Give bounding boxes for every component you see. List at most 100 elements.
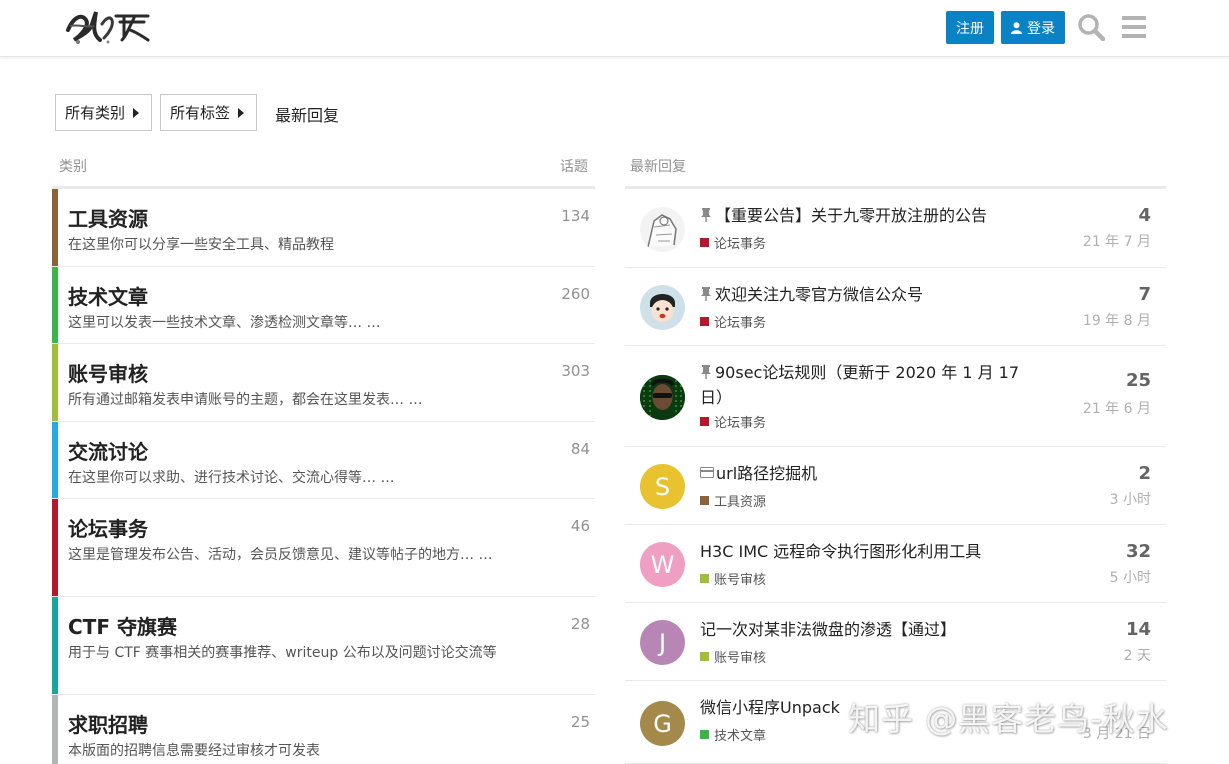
category-description: 在这里你可以求助、进行技术讨论、交流心得等… … xyxy=(68,470,395,486)
category-color-bar xyxy=(52,267,58,343)
topic-category-badge[interactable]: 账号审核 xyxy=(700,647,766,666)
hamburger-menu-icon[interactable] xyxy=(1120,13,1148,41)
topic-title: url路径挖掘机 xyxy=(716,464,818,483)
topic-title: 微信小程序Unpack xyxy=(700,698,840,717)
pin-icon xyxy=(701,287,711,301)
category-description: 这里可以发表一些技术文章、渗透检测文章等… … xyxy=(68,315,381,331)
topic-reply-count: 4 xyxy=(1138,205,1151,226)
topic-category-name: 论坛事务 xyxy=(714,416,767,431)
matrix-avatar-icon xyxy=(640,375,685,420)
archive-icon xyxy=(700,467,714,478)
cartoon-face-icon xyxy=(650,294,675,322)
category-color-bar xyxy=(52,189,58,266)
topic-category-badge[interactable]: 论坛事务 xyxy=(700,233,766,252)
topic-activity-age[interactable]: 3 小时 xyxy=(1110,489,1151,509)
search-icon[interactable] xyxy=(1077,13,1105,41)
category-name[interactable]: 技术文章 xyxy=(68,281,148,310)
category-row[interactable]: CTF 夺旗赛用于与 CTF 赛事相关的赛事推荐、writeup 公布以及问题讨… xyxy=(52,597,595,695)
latest-column-header: 最新回复 xyxy=(630,159,686,175)
topic-row[interactable]: J 记一次对某非法微盘的渗透【通过】账号审核 14 2 天 xyxy=(625,603,1166,681)
category-description: 这里是管理发布公告、活动，会员反馈意见、建议等帖子的地方… … xyxy=(68,547,493,563)
category-row[interactable]: 求职招聘 本版面的招聘信息需要经过审核才可发表 25 xyxy=(52,695,595,764)
signup-label: 注册 xyxy=(956,20,984,37)
category-color-bar xyxy=(52,597,58,694)
category-name[interactable]: CTF 夺旗赛 xyxy=(68,611,177,640)
user-icon xyxy=(1011,21,1022,34)
topic-category-name: 论坛事务 xyxy=(714,237,767,252)
category-color-bar xyxy=(52,344,58,421)
category-row[interactable]: 技术文章这里可以发表一些技术文章、渗透检测文章等… … 260 xyxy=(52,267,595,344)
topic-title-link[interactable]: 欢迎关注九零官方微信公众号 xyxy=(700,282,1030,307)
topic-row[interactable]: 90sec论坛规则（更新于 2020 年 1 月 17 日） 论坛事务 25 21 年… xyxy=(625,346,1166,447)
topic-activity-age[interactable]: 5 小时 xyxy=(1110,567,1151,587)
all-categories-dropdown[interactable]: 所有类别 xyxy=(55,94,152,131)
avatar-letter: S xyxy=(654,472,671,501)
topic-reply-count: 7 xyxy=(1138,284,1151,305)
watermark-text: 知乎 @黑客老鸟-秋水 xyxy=(848,700,1169,738)
category-description: 在这里你可以分享一些安全工具、精品教程 xyxy=(68,237,334,253)
topic-title-link[interactable]: url路径挖掘机 xyxy=(700,461,1030,486)
topic-row[interactable]: W H3C IMC 远程命令执行图形化利用工具 账号审核 32 5 小时 xyxy=(625,525,1166,603)
topic-category-badge[interactable]: 论坛事务 xyxy=(700,312,766,331)
topic-activity-age[interactable]: 2 天 xyxy=(1124,645,1151,665)
topic-title-link[interactable]: 记一次对某非法微盘的渗透【通过】 xyxy=(700,617,1030,642)
topic-activity-age[interactable]: 19 年 8 月 xyxy=(1083,310,1151,330)
avatar-letter: W xyxy=(650,550,675,579)
category-color-bar xyxy=(52,695,58,764)
login-button[interactable]: 登录 xyxy=(1001,11,1065,44)
category-topic-count: 134 xyxy=(561,207,590,225)
user-avatar[interactable]: W xyxy=(640,542,685,587)
topic-title: H3C IMC 远程命令执行图形化利用工具 xyxy=(700,542,982,561)
topic-category-name: 工具资源 xyxy=(714,495,767,510)
category-square-icon xyxy=(700,317,709,326)
topic-title: 90sec论坛规则（更新于 2020 年 1 月 17 日） xyxy=(700,363,1020,407)
topic-category-badge[interactable]: 技术文章 xyxy=(700,725,766,744)
category-color-bar xyxy=(52,422,58,498)
category-topic-count: 28 xyxy=(570,615,590,633)
category-topic-count: 260 xyxy=(561,285,590,303)
topic-row[interactable]: 欢迎关注九零官方微信公众号论坛事务 7 19 年 8 月 xyxy=(625,268,1166,346)
category-name[interactable]: 交流讨论 xyxy=(68,436,148,465)
user-avatar[interactable]: S xyxy=(640,464,685,509)
topic-activity-age[interactable]: 21 年 7 月 xyxy=(1083,231,1151,251)
topic-category-badge[interactable]: 工具资源 xyxy=(700,491,766,510)
category-row[interactable]: 交流讨论 在这里你可以求助、进行技术讨论、交流心得等… … 84 xyxy=(52,422,595,499)
category-name[interactable]: 工具资源 xyxy=(68,203,148,232)
signup-button[interactable]: 注册 xyxy=(946,11,994,44)
user-avatar[interactable]: J xyxy=(640,620,685,665)
topic-activity-age[interactable]: 21 年 6 月 xyxy=(1083,398,1151,418)
topic-category-name: 账号审核 xyxy=(714,651,767,666)
topic-reply-count: 25 xyxy=(1125,370,1151,391)
topic-row[interactable]: 【重要公告】关于九零开放注册的公告论坛事务 4 21 年 7 月 xyxy=(625,189,1166,268)
category-row[interactable]: 论坛事务 这里是管理发布公告、活动，会员反馈意见、建议等帖子的地方… … 46 xyxy=(52,499,595,597)
category-row[interactable]: 工具资源在这里你可以分享一些安全工具、精品教程 134 xyxy=(52,189,595,267)
nav-latest-link[interactable]: 最新回复 xyxy=(275,102,339,126)
category-row[interactable]: 账号审核 所有通过邮箱发表申请账号的主题，都会在这里发表… … 303 xyxy=(52,344,595,422)
user-avatar[interactable] xyxy=(640,285,685,330)
topic-reply-count: 32 xyxy=(1125,541,1151,562)
category-name[interactable]: 账号审核 xyxy=(68,358,148,387)
category-name[interactable]: 求职招聘 xyxy=(68,709,148,738)
topic-row[interactable]: Surl路径挖掘机 工具资源 2 3 小时 xyxy=(625,447,1166,525)
category-square-icon xyxy=(700,417,709,426)
category-color-bar xyxy=(52,499,58,596)
caret-right-icon xyxy=(133,108,139,118)
user-avatar[interactable] xyxy=(640,207,685,252)
user-avatar[interactable] xyxy=(640,375,685,420)
category-description: 用于与 CTF 赛事相关的赛事推荐、writeup 公布以及问题讨论交流等 xyxy=(68,645,497,661)
topic-title-link[interactable]: H3C IMC 远程命令执行图形化利用工具 xyxy=(700,539,1030,564)
all-tags-dropdown[interactable]: 所有标签 xyxy=(160,94,257,131)
category-square-icon xyxy=(700,652,709,661)
topic-reply-count: 14 xyxy=(1125,619,1151,640)
topic-category-name: 论坛事务 xyxy=(714,316,767,331)
topic-title-link[interactable]: 【重要公告】关于九零开放注册的公告 xyxy=(700,203,1030,228)
topic-title-link[interactable]: 90sec论坛规则（更新于 2020 年 1 月 17 日） xyxy=(700,360,1030,410)
site-logo[interactable] xyxy=(64,6,152,48)
category-name[interactable]: 论坛事务 xyxy=(68,513,148,542)
user-avatar[interactable]: G xyxy=(640,701,685,746)
sketch-avatar-icon xyxy=(647,214,677,248)
all-tags-label: 所有标签 xyxy=(170,104,231,122)
topic-category-badge[interactable]: 论坛事务 xyxy=(700,412,766,431)
topic-category-badge[interactable]: 账号审核 xyxy=(700,569,766,588)
category-square-icon xyxy=(700,238,709,247)
